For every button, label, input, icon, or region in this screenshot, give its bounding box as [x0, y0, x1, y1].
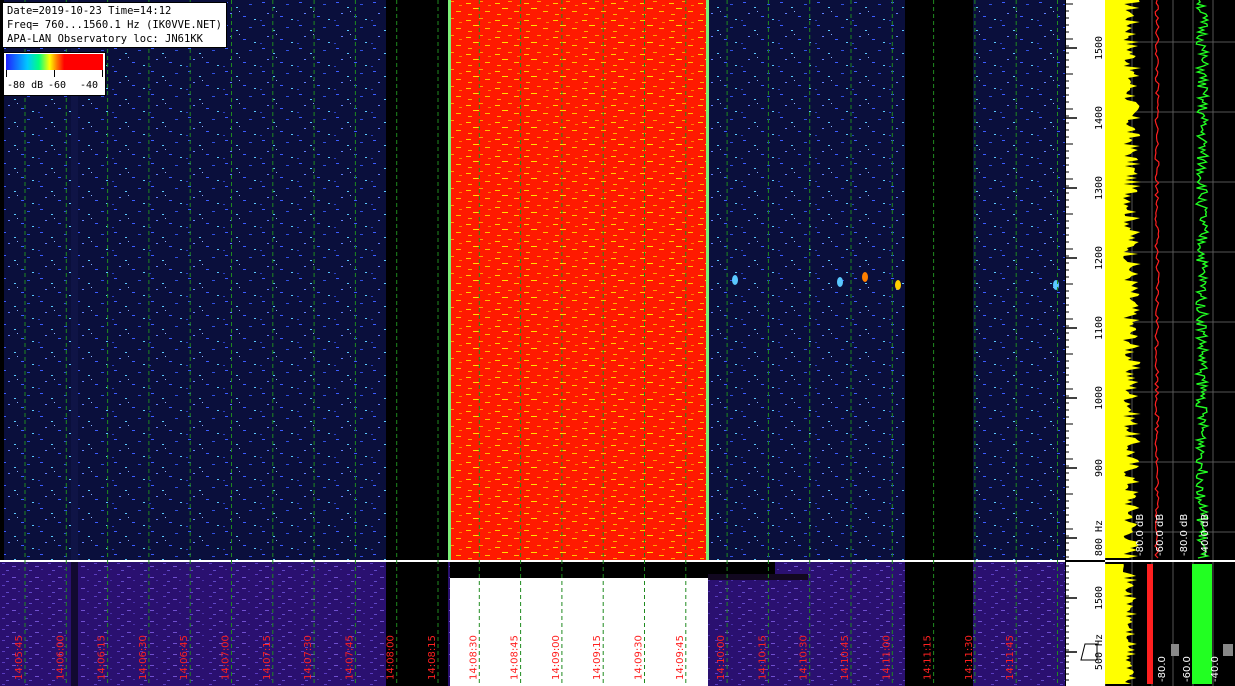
trace-scale-label: -80.0	[1157, 656, 1168, 682]
time-label: 14:05:45	[14, 635, 25, 680]
time-label: 14:10:45	[840, 635, 851, 680]
time-label: 14:09:15	[592, 635, 603, 680]
time-label: 14:08:30	[468, 635, 479, 680]
frequency-tick-label: 800 Hz	[1094, 520, 1105, 556]
time-label: 14:11:15	[923, 635, 934, 680]
station-info-box: Date=2019-10-23 Time=14:12 Freq= 760...1…	[2, 2, 227, 48]
signal-blip	[837, 277, 843, 287]
time-label: 14:08:45	[510, 635, 521, 680]
date-time-text: Date=2019-10-23 Time=14:12	[7, 5, 172, 17]
yellow-level-trace	[1105, 0, 1141, 558]
time-label: 14:07:45	[344, 635, 355, 680]
time-label: 14:11:45	[1005, 635, 1016, 680]
color-scale-low-label: -80 dB	[7, 80, 44, 91]
frequency-tick-label: 500 Hz	[1094, 634, 1105, 670]
trace-scale-label: -80.0 dB	[1135, 514, 1146, 556]
time-label: 14:11:00	[881, 635, 892, 680]
time-label: 14:06:30	[138, 635, 149, 680]
time-label: 14:11:30	[964, 635, 975, 680]
signal-blip	[862, 272, 868, 282]
time-label: 14:09:30	[634, 635, 645, 680]
frequency-tick-label: 1100	[1094, 316, 1105, 340]
trace-scale-label: -60.0	[1182, 656, 1193, 682]
time-label: 14:06:00	[55, 635, 66, 680]
color-scale-high-label: -40	[80, 80, 99, 91]
time-label: 14:09:45	[675, 635, 686, 680]
waterfall-spectrogram: 14:05:45 14:06:00 14:06:15 14:06:30 14:06:45…	[0, 0, 1065, 686]
color-scale-mid-label: -60	[48, 80, 67, 91]
signal-blip	[1053, 280, 1059, 290]
time-label: 14:07:15	[262, 635, 273, 680]
time-label: 14:10:15	[757, 635, 768, 680]
time-label: 14:07:00	[221, 635, 232, 680]
blank-region	[386, 0, 448, 560]
time-label: 14:08:00	[386, 635, 397, 680]
frequency-range-text: Freq= 760...1560.1 Hz (IK0VVE.NET)	[7, 19, 222, 31]
blank-region	[905, 0, 973, 560]
time-label: 14:10:30	[799, 635, 810, 680]
frequency-tick-label: 1500	[1094, 36, 1105, 60]
color-scale-legend: -80 dB -60 -40	[3, 52, 106, 96]
strong-signal-band	[450, 0, 708, 560]
time-label: 14:09:00	[551, 635, 562, 680]
frequency-tick-label: 1500	[1094, 586, 1105, 610]
frequency-axis: 1500 1400 1300 1200 1100 1000 900 800 Hz 1500 500…	[1065, 0, 1105, 686]
green-level-trace	[1193, 0, 1211, 559]
trace-scale-label: -40.0 dB	[1200, 514, 1211, 556]
time-label: 14:06:45	[179, 635, 190, 680]
time-label: 14:07:30	[303, 635, 314, 680]
frequency-tick-label: 1200	[1094, 246, 1105, 270]
trace-scale-label: -80.0 dB	[1179, 514, 1190, 556]
observatory-location-text: APA-LAN Observatory loc: JN61KK	[7, 33, 203, 45]
red-level-trace	[1154, 0, 1160, 559]
time-label: 14:06:15	[97, 635, 108, 680]
time-label: 14:10:00	[716, 635, 727, 680]
frequency-tick-label: 1300	[1094, 176, 1105, 200]
signal-blip	[895, 280, 901, 290]
signal-blip	[732, 275, 738, 285]
level-traces-panel: -80.0 dB -60.0 dB -80.0 dB -40.0 dB -80.0 -60…	[1105, 0, 1235, 686]
trace-scale-label: -60.0 dB	[1155, 514, 1166, 556]
lower-signal-band	[450, 578, 708, 686]
frequency-tick-label: 900	[1094, 459, 1105, 477]
trace-scale-label: -40.0	[1210, 656, 1221, 682]
color-gradient	[6, 54, 103, 70]
frequency-tick-label: 1400	[1094, 106, 1105, 130]
time-label: 14:08:15	[427, 635, 438, 680]
frequency-tick-label: 1000	[1094, 386, 1105, 410]
